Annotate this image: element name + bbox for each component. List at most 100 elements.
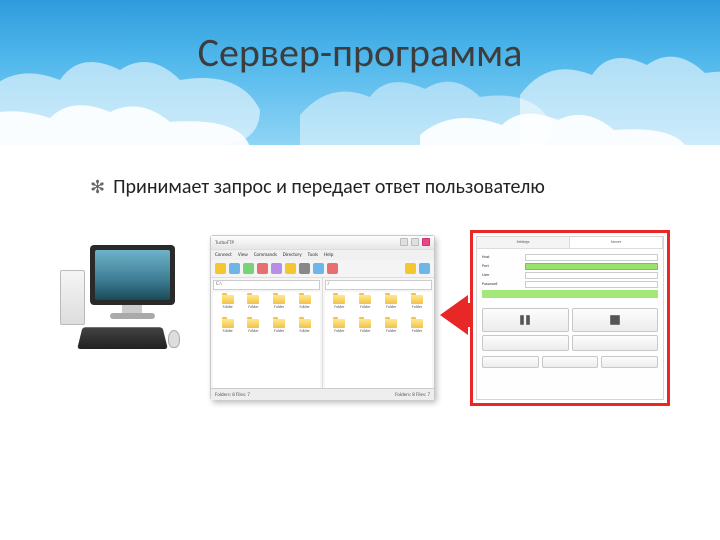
bullet-star-icon: ✻ — [90, 177, 105, 197]
monitor-screen — [95, 250, 170, 300]
server-fields: Host Port User Password — [477, 249, 663, 303]
field-label: Host — [482, 255, 522, 260]
folder-icon — [222, 319, 234, 328]
server-program-window: Settings Server Host Port User Password — [476, 236, 664, 400]
status-left: Folders: 8 Files: 7 — [215, 392, 250, 398]
folder-icon — [299, 319, 311, 328]
toolbar-icon — [229, 263, 240, 274]
field-row: Host — [482, 254, 658, 261]
folder-icon — [411, 295, 423, 304]
toolbar-icon — [405, 263, 416, 274]
monitor-base — [110, 313, 155, 319]
field-input — [525, 254, 658, 261]
folder-icon — [247, 295, 259, 304]
stop-icon — [609, 314, 621, 326]
bullet-text: Принимает запрос и передает ответ пользо… — [113, 175, 545, 199]
field-label: Port — [482, 264, 522, 269]
status-right: Folders: 8 Files: 7 — [395, 392, 430, 398]
server-highlight-frame: Settings Server Host Port User Password — [470, 230, 670, 406]
folder-icon — [385, 319, 397, 328]
field-row: Port — [482, 263, 658, 270]
field-input — [525, 263, 658, 270]
field-label: User — [482, 273, 522, 278]
window-body: C:\ Folder Folder Folder Folder Folder F… — [211, 278, 434, 388]
menu-item: Help — [324, 252, 333, 258]
folder-item: Folder — [216, 319, 240, 341]
minimize-icon — [400, 238, 408, 246]
action-button — [572, 335, 659, 351]
small-button — [482, 356, 539, 368]
slide-bullet: ✻ Принимает запрос и передает ответ польз… — [90, 175, 545, 199]
pc-tower-icon — [60, 270, 85, 325]
folder-item: Folder — [293, 295, 317, 317]
remote-path: / — [325, 280, 433, 290]
remote-folder-grid: Folder Folder Folder Folder Folder Folde… — [325, 292, 433, 388]
field-row: User — [482, 272, 658, 279]
folder-item: Folder — [242, 319, 266, 341]
folder-icon — [385, 295, 397, 304]
field-row: Password — [482, 281, 658, 288]
local-path: C:\ — [213, 280, 320, 290]
folder-icon — [299, 295, 311, 304]
folder-icon — [411, 319, 423, 328]
local-folder-grid: Folder Folder Folder Folder Folder Folde… — [213, 292, 320, 388]
folder-item: Folder — [405, 319, 429, 341]
toolbar-icon — [285, 263, 296, 274]
local-pane: C:\ Folder Folder Folder Folder Folder F… — [211, 278, 323, 388]
toolbar-icon — [327, 263, 338, 274]
progress-bar — [482, 290, 658, 298]
folder-item: Folder — [328, 319, 352, 341]
menu-item: Directory — [283, 252, 302, 258]
folder-item: Folder — [267, 295, 291, 317]
toolbar-icon — [419, 263, 430, 274]
toolbar-icon — [313, 263, 324, 274]
server-tabs: Settings Server — [477, 237, 663, 249]
pause-icon — [519, 314, 531, 326]
toolbar-icon — [243, 263, 254, 274]
field-input — [525, 281, 658, 288]
folder-item: Folder — [379, 295, 403, 317]
toolbar-icon — [257, 263, 268, 274]
menu-item: Commands — [254, 252, 277, 258]
small-button — [542, 356, 599, 368]
menu-item: Tools — [308, 252, 318, 258]
folder-item: Folder — [267, 319, 291, 341]
server-bottom-row — [477, 354, 663, 370]
stop-button — [572, 308, 659, 332]
close-icon — [422, 238, 430, 246]
folder-icon — [333, 319, 345, 328]
illustration-row: TurboFTP Connect View Commands Directory… — [60, 235, 660, 435]
folder-icon — [222, 295, 234, 304]
toolbar-icon — [271, 263, 282, 274]
folder-item: Folder — [242, 295, 266, 317]
folder-item: Folder — [353, 319, 377, 341]
toolbar-icon — [299, 263, 310, 274]
folder-item: Folder — [379, 319, 403, 341]
field-label: Password — [482, 282, 522, 287]
folder-icon — [247, 319, 259, 328]
remote-pane: / Folder Folder Folder Folder Folder Fol… — [323, 278, 435, 388]
window-title: TurboFTP — [215, 240, 234, 246]
folder-icon — [273, 295, 285, 304]
keyboard-icon — [77, 327, 168, 349]
window-titlebar: TurboFTP — [211, 236, 434, 250]
folder-item: Folder — [293, 319, 317, 341]
small-button — [601, 356, 658, 368]
folder-icon — [273, 319, 285, 328]
slide-title: Сервер-программа — [0, 28, 720, 77]
field-input — [525, 272, 658, 279]
window-menubar: Connect View Commands Directory Tools He… — [211, 250, 434, 260]
folder-item: Folder — [405, 295, 429, 317]
folder-icon — [333, 295, 345, 304]
maximize-icon — [411, 238, 419, 246]
menu-item: Connect — [215, 252, 232, 258]
computer-illustration — [60, 245, 180, 395]
server-tab: Settings — [477, 237, 570, 248]
folder-icon — [359, 319, 371, 328]
arrow-head-icon — [440, 295, 468, 335]
toolbar-icon — [215, 263, 226, 274]
window-toolbar — [211, 260, 434, 278]
window-statusbar: Folders: 8 Files: 7 Folders: 8 Files: 7 — [211, 388, 434, 400]
pause-button — [482, 308, 569, 332]
ftp-client-window: TurboFTP Connect View Commands Directory… — [210, 235, 435, 400]
